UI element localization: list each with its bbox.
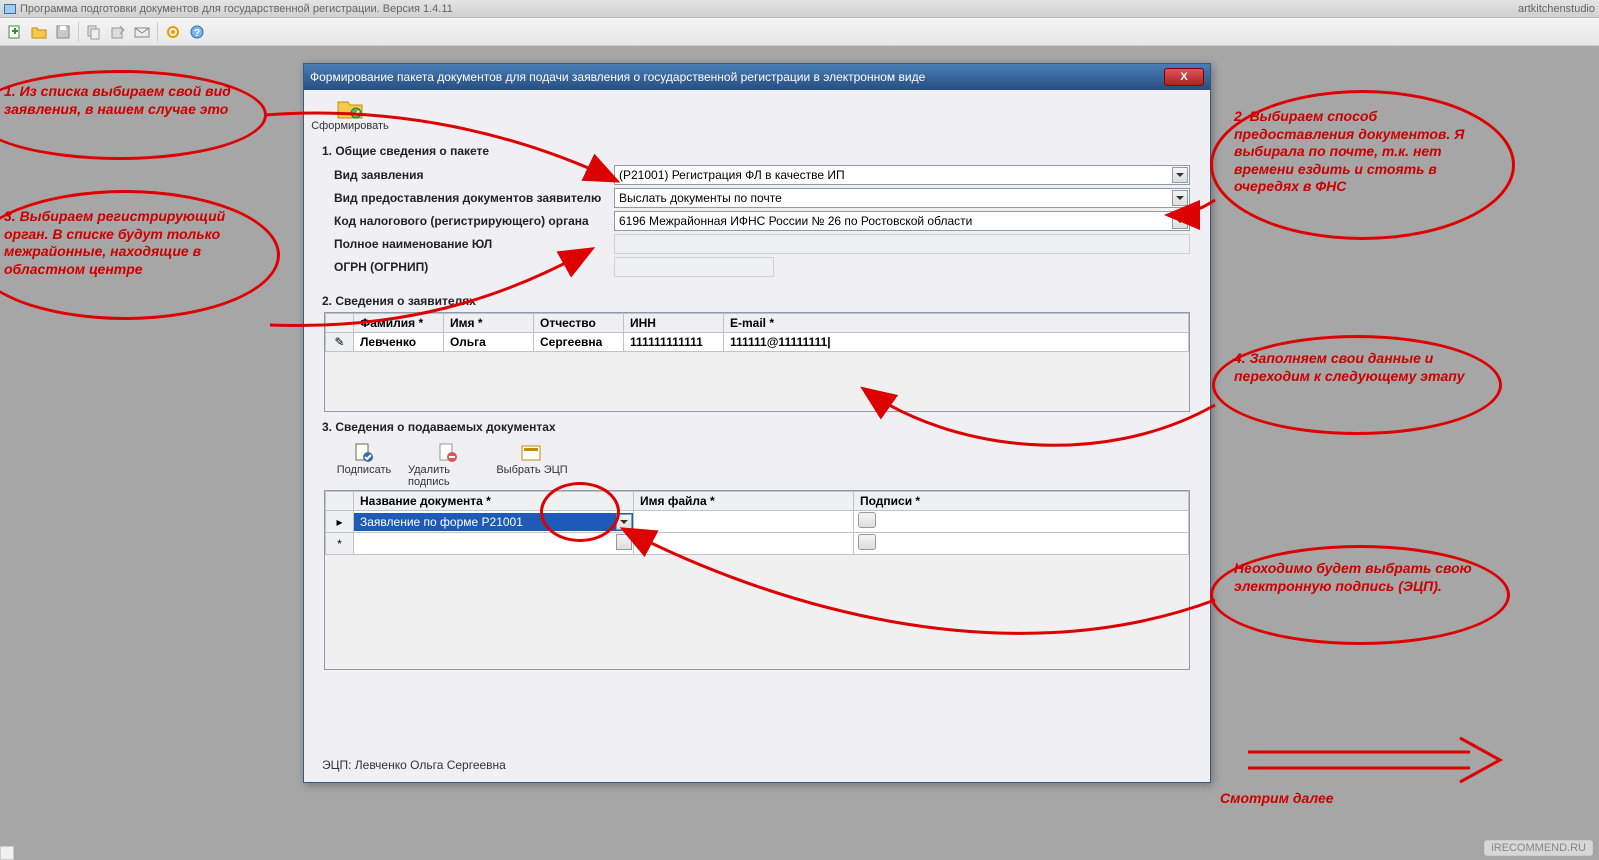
chevron-down-icon[interactable] — [616, 534, 632, 550]
svg-text:?: ? — [194, 28, 200, 39]
select-tax-authority[interactable]: 6196 Межрайонная ИФНС России № 26 по Рос… — [614, 211, 1190, 231]
col-surname[interactable]: Фамилия * — [354, 314, 444, 333]
col-docname[interactable]: Название документа * — [354, 492, 634, 511]
annotation-2: 2. Выбираем способ предоставления докуме… — [1234, 108, 1494, 196]
col-name[interactable]: Имя * — [444, 314, 534, 333]
app-icon — [4, 4, 16, 14]
annotation-6: Смотрим далее — [1220, 790, 1420, 808]
label-ogrn: ОГРН (ОГРНИП) — [334, 260, 614, 274]
choose-ecp-label: Выбрать ЭЦП — [496, 464, 567, 476]
chevron-down-icon[interactable] — [1172, 190, 1188, 206]
annotation-ellipse — [0, 70, 267, 160]
table-row[interactable]: ✎ Левченко Ольга Сергеевна 111111111111 … — [326, 333, 1189, 352]
chevron-down-icon[interactable] — [1172, 167, 1188, 183]
sign-label: Подписать — [337, 464, 391, 476]
save-icon[interactable] — [52, 21, 74, 43]
form-package-button[interactable]: Сформировать — [314, 96, 386, 132]
field-ogrn — [614, 257, 774, 277]
chevron-down-icon[interactable] — [616, 514, 632, 530]
signature-browse-button[interactable] — [858, 534, 876, 550]
sign-button[interactable]: Подписать — [324, 442, 404, 488]
cell-patronymic[interactable]: Сергеевна — [534, 333, 624, 352]
cell-filename[interactable] — [634, 533, 854, 555]
copy-icon[interactable] — [83, 21, 105, 43]
select-application-type[interactable]: (Р21001) Регистрация ФЛ в качестве ИП — [614, 165, 1190, 185]
cell-name[interactable]: Ольга — [444, 333, 534, 352]
annotation-ellipse — [1212, 335, 1502, 435]
annotation-ellipse — [1210, 90, 1515, 240]
settings-gear-icon[interactable] — [162, 21, 184, 43]
annotation-4: 4. Заполняем свои данные и переходим к с… — [1234, 350, 1484, 385]
edit-row-icon[interactable]: ✎ — [326, 333, 354, 352]
applicants-grid[interactable]: Фамилия * Имя * Отчество ИНН E-mail * ✎ … — [324, 312, 1190, 412]
col-email[interactable]: E-mail * — [724, 314, 1189, 333]
toolbar-separator — [157, 22, 158, 42]
section2-title: 2. Сведения о заявителях — [314, 286, 1200, 312]
cell-email[interactable]: 111111@11111111| — [724, 333, 1189, 352]
app-titlebar: Программа подготовки документов для госу… — [0, 0, 1599, 18]
dialog-titlebar[interactable]: Формирование пакета документов для подач… — [304, 64, 1210, 90]
annotation-1: 1. Из списка выбираем свой вид заявления… — [4, 83, 244, 118]
bottom-corner — [0, 846, 14, 860]
watermark-text: artkitchenstudio — [1518, 3, 1595, 15]
help-icon[interactable]: ? — [186, 21, 208, 43]
mail-icon[interactable] — [131, 21, 153, 43]
table-row-new[interactable]: * — [326, 533, 1189, 555]
signature-browse-button[interactable] — [858, 512, 876, 528]
annotation-3: 3. Выбираем регистрирующий орган. В спис… — [4, 208, 264, 278]
col-signatures[interactable]: Подписи * — [854, 492, 1189, 511]
current-row-icon[interactable]: ▸ — [326, 511, 354, 533]
label-tax-authority: Код налогового (регистрирующего) органа — [334, 214, 614, 228]
package-dialog: Формирование пакета документов для подач… — [303, 63, 1211, 783]
form-button-label: Сформировать — [311, 120, 389, 132]
select-docname[interactable]: Заявление по форме Р21001 — [354, 513, 633, 531]
section1-title: 1. Общие сведения о пакете — [314, 136, 1200, 162]
col-filename[interactable]: Имя файла * — [634, 492, 854, 511]
close-icon[interactable]: X — [1164, 68, 1204, 86]
new-doc-icon[interactable] — [4, 21, 26, 43]
site-watermark: iRECOMMEND.RU — [1484, 840, 1593, 856]
section3-title: 3. Сведения о подаваемых документах — [314, 412, 1200, 438]
toolbar-separator — [78, 22, 79, 42]
app-title: Программа подготовки документов для госу… — [20, 3, 453, 15]
delete-sign-button[interactable]: Удалить подпись — [408, 442, 488, 488]
label-delivery-method: Вид предоставления документов заявителю — [334, 191, 614, 205]
new-row-icon[interactable]: * — [326, 533, 354, 555]
label-full-name-ul: Полное наименование ЮЛ — [334, 237, 614, 251]
row-marker-header — [326, 314, 354, 333]
table-row[interactable]: ▸ Заявление по форме Р21001 — [326, 511, 1189, 533]
label-application-type: Вид заявления — [334, 168, 614, 182]
annotation-5: Неоходимо будет выбрать свою электронную… — [1234, 560, 1494, 595]
row-marker-header — [326, 492, 354, 511]
cell-surname[interactable]: Левченко — [354, 333, 444, 352]
documents-grid[interactable]: Название документа * Имя файла * Подписи… — [324, 490, 1190, 670]
cell-inn[interactable]: 111111111111 — [624, 333, 724, 352]
annotation-ellipse — [0, 190, 280, 320]
select-delivery-method[interactable]: Выслать документы по почте — [614, 188, 1190, 208]
chevron-down-icon[interactable] — [1172, 213, 1188, 229]
main-toolbar: ? — [0, 18, 1599, 46]
export-icon[interactable] — [107, 21, 129, 43]
annotation-ellipse — [1210, 545, 1510, 645]
col-inn[interactable]: ИНН — [624, 314, 724, 333]
cell-filename[interactable] — [634, 511, 854, 533]
col-patronymic[interactable]: Отчество — [534, 314, 624, 333]
open-folder-icon[interactable] — [28, 21, 50, 43]
choose-ecp-button[interactable]: Выбрать ЭЦП — [492, 442, 572, 488]
ecp-status: ЭЦП: Левченко Ольга Сергеевна — [314, 754, 1200, 776]
field-full-name-ul — [614, 234, 1190, 254]
dialog-title: Формирование пакета документов для подач… — [310, 70, 925, 84]
delete-sign-label: Удалить подпись — [408, 464, 488, 488]
